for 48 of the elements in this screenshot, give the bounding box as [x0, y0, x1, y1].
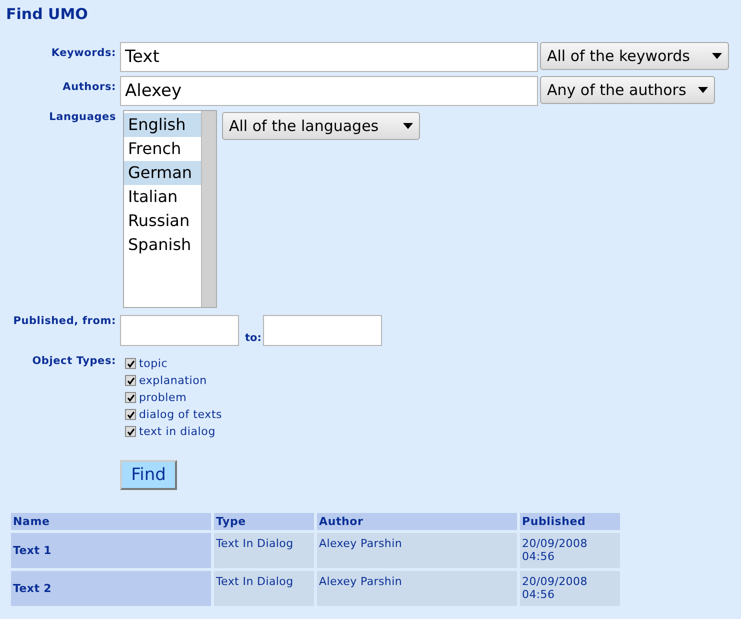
- date-from-field[interactable]: [120, 315, 239, 346]
- keywords-mode-dropdown[interactable]: All of the keywords: [540, 42, 729, 70]
- language-option[interactable]: French: [124, 137, 201, 161]
- authors-field[interactable]: Alexey: [120, 76, 538, 106]
- checkbox-label: dialog of texts: [139, 408, 222, 421]
- languages-listbox[interactable]: English French German Italian Russian Spanish: [123, 110, 217, 308]
- checkbox[interactable]: [125, 426, 136, 437]
- checkbox[interactable]: [125, 358, 136, 369]
- table-cell: Text 1: [11, 533, 211, 568]
- table-cell: 20/09/2008 04:56: [520, 533, 620, 568]
- keywords-field[interactable]: Text: [120, 42, 538, 72]
- authors-mode-dropdown[interactable]: Any of the authors: [540, 76, 715, 104]
- caret-icon: [403, 123, 413, 129]
- caret-icon: [698, 87, 708, 93]
- table-cell: Text In Dialog: [214, 533, 314, 568]
- column-header: Published: [520, 513, 620, 530]
- language-option[interactable]: Italian: [124, 185, 201, 209]
- checkbox[interactable]: [125, 392, 136, 403]
- checkbox-label: topic: [139, 357, 168, 370]
- column-header: Author: [317, 513, 517, 530]
- date-to-field[interactable]: [263, 315, 382, 346]
- languages-mode-dropdown[interactable]: All of the languages: [222, 112, 420, 140]
- scrollbar[interactable]: [201, 111, 216, 307]
- table-cell: Alexey Parshin: [317, 571, 517, 606]
- checkbox-label: problem: [139, 391, 187, 404]
- to-label: to:: [244, 332, 262, 344]
- checkbox-label: explanation: [139, 374, 207, 387]
- languages-label: Languages: [49, 110, 116, 125]
- column-header: Type: [214, 513, 314, 530]
- checkbox[interactable]: [125, 375, 136, 386]
- table-cell: Text 2: [11, 571, 211, 606]
- column-header: Name: [11, 513, 211, 530]
- table-cell: Text In Dialog: [214, 571, 314, 606]
- table-cell: 20/09/2008 04:56: [520, 571, 620, 606]
- find-button[interactable]: Find: [120, 460, 177, 490]
- language-option[interactable]: English: [124, 113, 201, 137]
- table-cell: Alexey Parshin: [317, 533, 517, 568]
- checkbox-label: text in dialog: [139, 425, 216, 438]
- language-option[interactable]: Spanish: [124, 233, 201, 257]
- keywords-label: Keywords:: [51, 46, 116, 61]
- published-label: Published, from:: [13, 314, 116, 329]
- object-types-label: Object Types:: [32, 354, 116, 369]
- authors-label: Authors:: [62, 80, 116, 95]
- language-option[interactable]: Russian: [124, 209, 201, 233]
- caret-icon: [712, 53, 722, 59]
- checkbox[interactable]: [125, 409, 136, 420]
- language-option[interactable]: German: [124, 161, 201, 185]
- page-title: Find UMO: [5, 4, 89, 23]
